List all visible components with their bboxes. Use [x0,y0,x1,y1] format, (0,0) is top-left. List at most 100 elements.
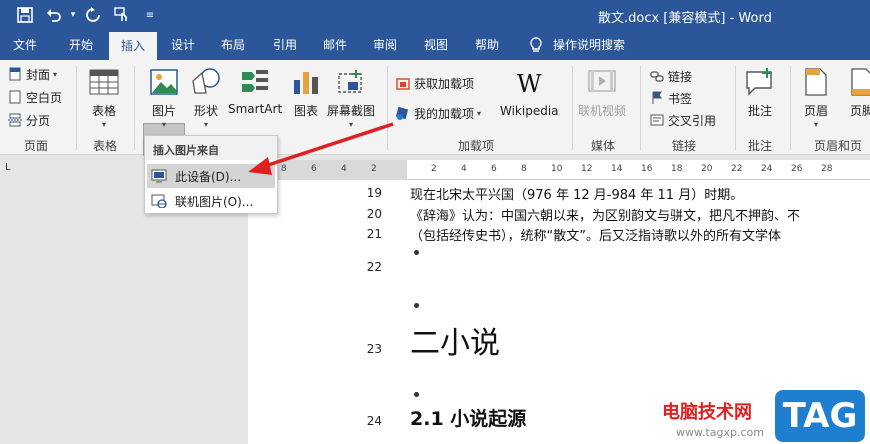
this-device-menu-item[interactable]: 此设备(D)... [147,164,275,188]
picture-button[interactable]: 图片 ▾ [148,66,180,129]
ruler-tick-label: 8 [521,164,527,174]
ruler-tick-label: 16 [641,164,653,174]
heading-1: 二小说 [410,326,500,361]
insert-picture-menu: 插入图片来自 此设备(D)... 联机图片(O)... [144,135,278,214]
bookmark-icon [650,91,664,105]
tab-references[interactable]: 引用 [262,30,308,60]
line-number: 22 [366,260,382,274]
watermark-url: www.tagxp.com [676,426,764,439]
tell-me-search[interactable]: 操作说明搜索 [553,30,633,60]
ruler-tick-label: 12 [581,164,593,174]
menu-heading: 插入图片来自 [145,136,277,160]
tab-view[interactable]: 视图 [413,30,459,60]
group-separator [790,66,791,150]
bookmark-label: 书签 [668,91,693,106]
horizontal-ruler[interactable]: 8 6 4 2 2 4 6 8 10 12 14 16 18 20 22 24 26 28 [248,160,870,180]
tab-file[interactable]: 文件 [0,30,50,60]
tab-review[interactable]: 审阅 [362,30,408,60]
blank-page-button[interactable]: 空白页 [8,88,62,106]
paragraph-mark [414,250,419,255]
wikipedia-button[interactable]: W Wikipedia [500,68,559,118]
comment-button[interactable]: 批注 [744,66,776,119]
word-window: ▾ ≡ 散文.docx [兼容模式] - Word 文件 开始 插入 设计 布局… [0,0,870,444]
tab-design[interactable]: 设计 [160,30,206,60]
table-label: 表格 [91,104,116,118]
screenshot-button[interactable]: 屏幕截图 ▾ [327,66,375,129]
ruler-tick-label: 4 [461,164,467,174]
watermark-logo: TAG [775,390,865,442]
ruler-tick-label: 20 [701,164,713,174]
undo-dropdown-icon[interactable]: ▾ [64,6,82,24]
footer-icon [846,66,870,98]
tab-selector[interactable]: L [5,162,15,173]
device-icon [151,169,167,183]
line-number: 23 [366,342,382,356]
line-number: 20 [366,207,382,221]
page-break-icon [8,113,22,127]
ruler-tick-label: 24 [761,164,773,174]
smartart-icon [239,66,271,98]
tab-insert[interactable]: 插入 [109,32,157,60]
get-addins-button[interactable]: 获取加载项 [396,74,474,92]
title-bar: ▾ ≡ 散文.docx [兼容模式] - Word [0,0,870,30]
page-break-button[interactable]: 分页 [8,111,50,129]
chart-icon [290,66,322,98]
shapes-label: 形状 [193,104,218,118]
header-icon [800,66,832,98]
smartart-button[interactable]: SmartArt [228,66,282,116]
online-video-label: 联机视频 [578,104,627,118]
footer-button[interactable]: 页脚 [846,66,870,119]
online-pictures-menu-item[interactable]: 联机图片(O)... [147,189,275,213]
get-addins-label: 获取加载项 [414,76,475,91]
shapes-button[interactable]: 形状 ▾ [190,66,222,129]
bookmark-button[interactable]: 书签 [650,89,692,107]
customize-icon[interactable]: ≡ [141,6,159,24]
table-button[interactable]: 表格 ▾ [88,66,120,129]
comment-label: 批注 [747,104,772,118]
cover-page-icon [8,67,22,81]
paragraph-mark [414,303,419,308]
tab-home[interactable]: 开始 [56,30,106,60]
paragraph-mark [414,392,419,397]
line-number: 19 [366,186,382,200]
video-icon [586,66,618,98]
group-separator [640,66,641,150]
my-addins-button[interactable]: 我的加载项 ▾ [395,104,481,122]
window-title: 散文.docx [兼容模式] - Word [598,11,772,26]
paragraph-text: 现在北宋太平兴国（976 年 12 月-984 年 11 月）时期。 [410,188,744,203]
addins-group-label: 加载项 [458,139,495,153]
page-break-label: 分页 [26,113,51,128]
paragraph-text: （包括经传史书），统称“散文”。后又泛指诗歌以外的所有文学体 [410,229,781,244]
group-separator [735,66,736,150]
save-icon[interactable] [16,6,34,24]
wikipedia-label: Wikipedia [500,104,559,118]
ruler-tick-label: 8 [281,164,287,174]
footer-label: 页脚 [849,104,870,118]
link-button[interactable]: 链接 [650,67,692,85]
cover-page-button[interactable]: 封面 ▾ [8,65,57,83]
header-button[interactable]: 页眉 ▾ [800,66,832,129]
chart-button[interactable]: 图表 [290,66,322,119]
ruler-tick-label: 6 [311,164,317,174]
tab-mailings[interactable]: 邮件 [312,30,358,60]
undo-icon[interactable] [45,6,63,24]
tab-layout[interactable]: 布局 [210,30,256,60]
cross-reference-button[interactable]: 交叉引用 [650,111,716,129]
link-label: 链接 [668,69,693,84]
line-number: 24 [366,414,382,428]
shapes-icon [190,66,222,98]
watermark: 电脑技术网 www.tagxp.com TAG [654,388,870,444]
touch-mode-icon[interactable] [113,6,131,24]
cross-reference-label: 交叉引用 [668,113,717,128]
tab-help[interactable]: 帮助 [464,30,510,60]
redo-icon[interactable] [84,6,102,24]
store-icon [396,76,410,90]
paragraph-text: 《辞海》认为：中国六朝以来，为区别韵文与骈文，把凡不押韵、不 [410,209,801,224]
lightbulb-icon [526,30,546,60]
cross-reference-icon [650,113,664,127]
ruler-tick-label: 26 [791,164,803,174]
my-addins-label: 我的加载项 [414,106,475,121]
online-picture-icon [151,194,167,209]
smartart-label: SmartArt [228,102,283,116]
line-number: 21 [366,227,382,241]
